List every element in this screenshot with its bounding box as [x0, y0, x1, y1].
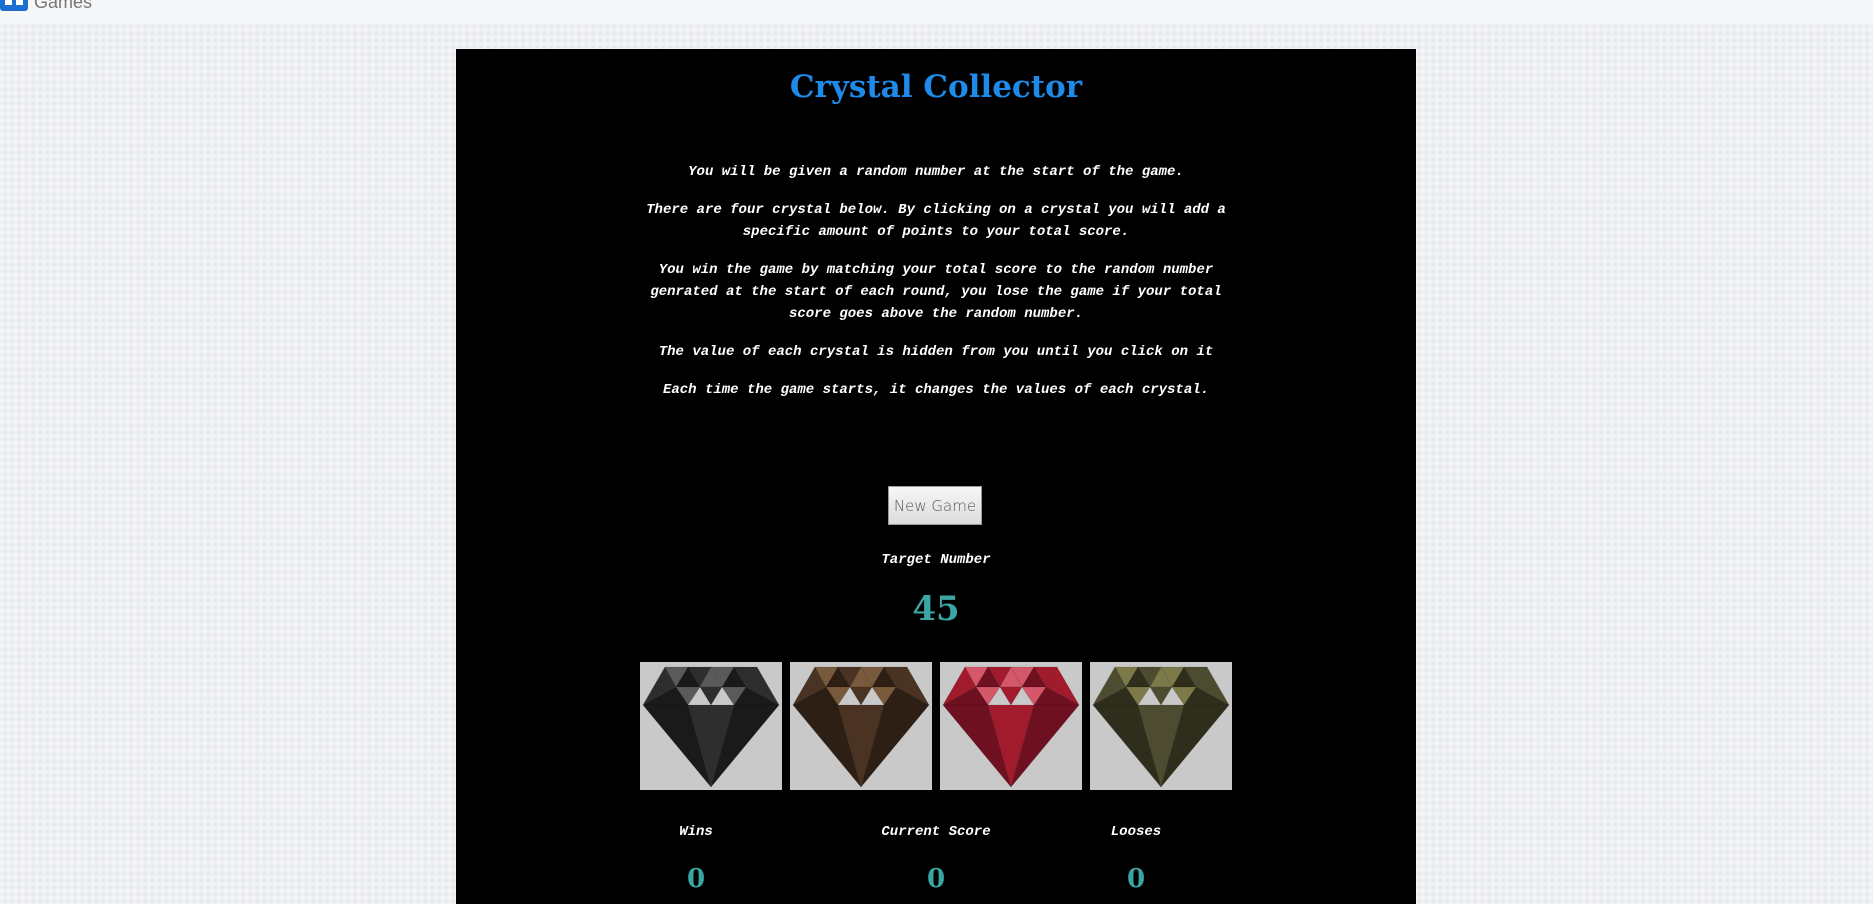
brown-crystal-icon [792, 666, 930, 789]
red-crystal-icon [942, 666, 1080, 789]
black-crystal-button[interactable] [640, 662, 782, 790]
new-game-button[interactable]: New Game [888, 486, 982, 525]
nav-brand-link[interactable]: Games [0, 0, 92, 13]
looses-value: 0 [1126, 864, 1146, 894]
game-panel: Crystal Collector You will be given a ra… [456, 49, 1416, 904]
black-crystal-icon [642, 666, 780, 789]
current-score-label: Current Score [881, 824, 991, 840]
wins-label: Wins [679, 824, 713, 840]
olive-crystal-icon [1092, 666, 1230, 789]
instruction-paragraph: The value of each crystal is hidden from… [658, 344, 1214, 360]
red-crystal-button[interactable] [940, 662, 1082, 790]
nav-brand-label: Games [34, 0, 93, 12]
current-score-value: 0 [926, 864, 946, 894]
games-logo-icon [0, 0, 28, 11]
brown-crystal-button[interactable] [790, 662, 932, 790]
olive-crystal-button[interactable] [1090, 662, 1232, 790]
game-title: Crystal Collector [789, 69, 1083, 105]
target-number-value: 45 [912, 589, 960, 629]
target-number-label: Target Number [881, 552, 991, 568]
instruction-paragraph: You win the game by matching your total … [650, 262, 1222, 322]
instructions: You will be given a random number at the… [646, 161, 1226, 417]
looses-label: Looses [1110, 824, 1162, 840]
crystal-row [640, 662, 1232, 790]
top-navbar: Games [0, 0, 1873, 24]
instruction-paragraph: There are four crystal below. By clickin… [646, 202, 1226, 240]
instruction-paragraph: Each time the game starts, it changes th… [662, 382, 1210, 398]
wins-value: 0 [686, 864, 706, 894]
instruction-paragraph: You will be given a random number at the… [688, 164, 1184, 180]
